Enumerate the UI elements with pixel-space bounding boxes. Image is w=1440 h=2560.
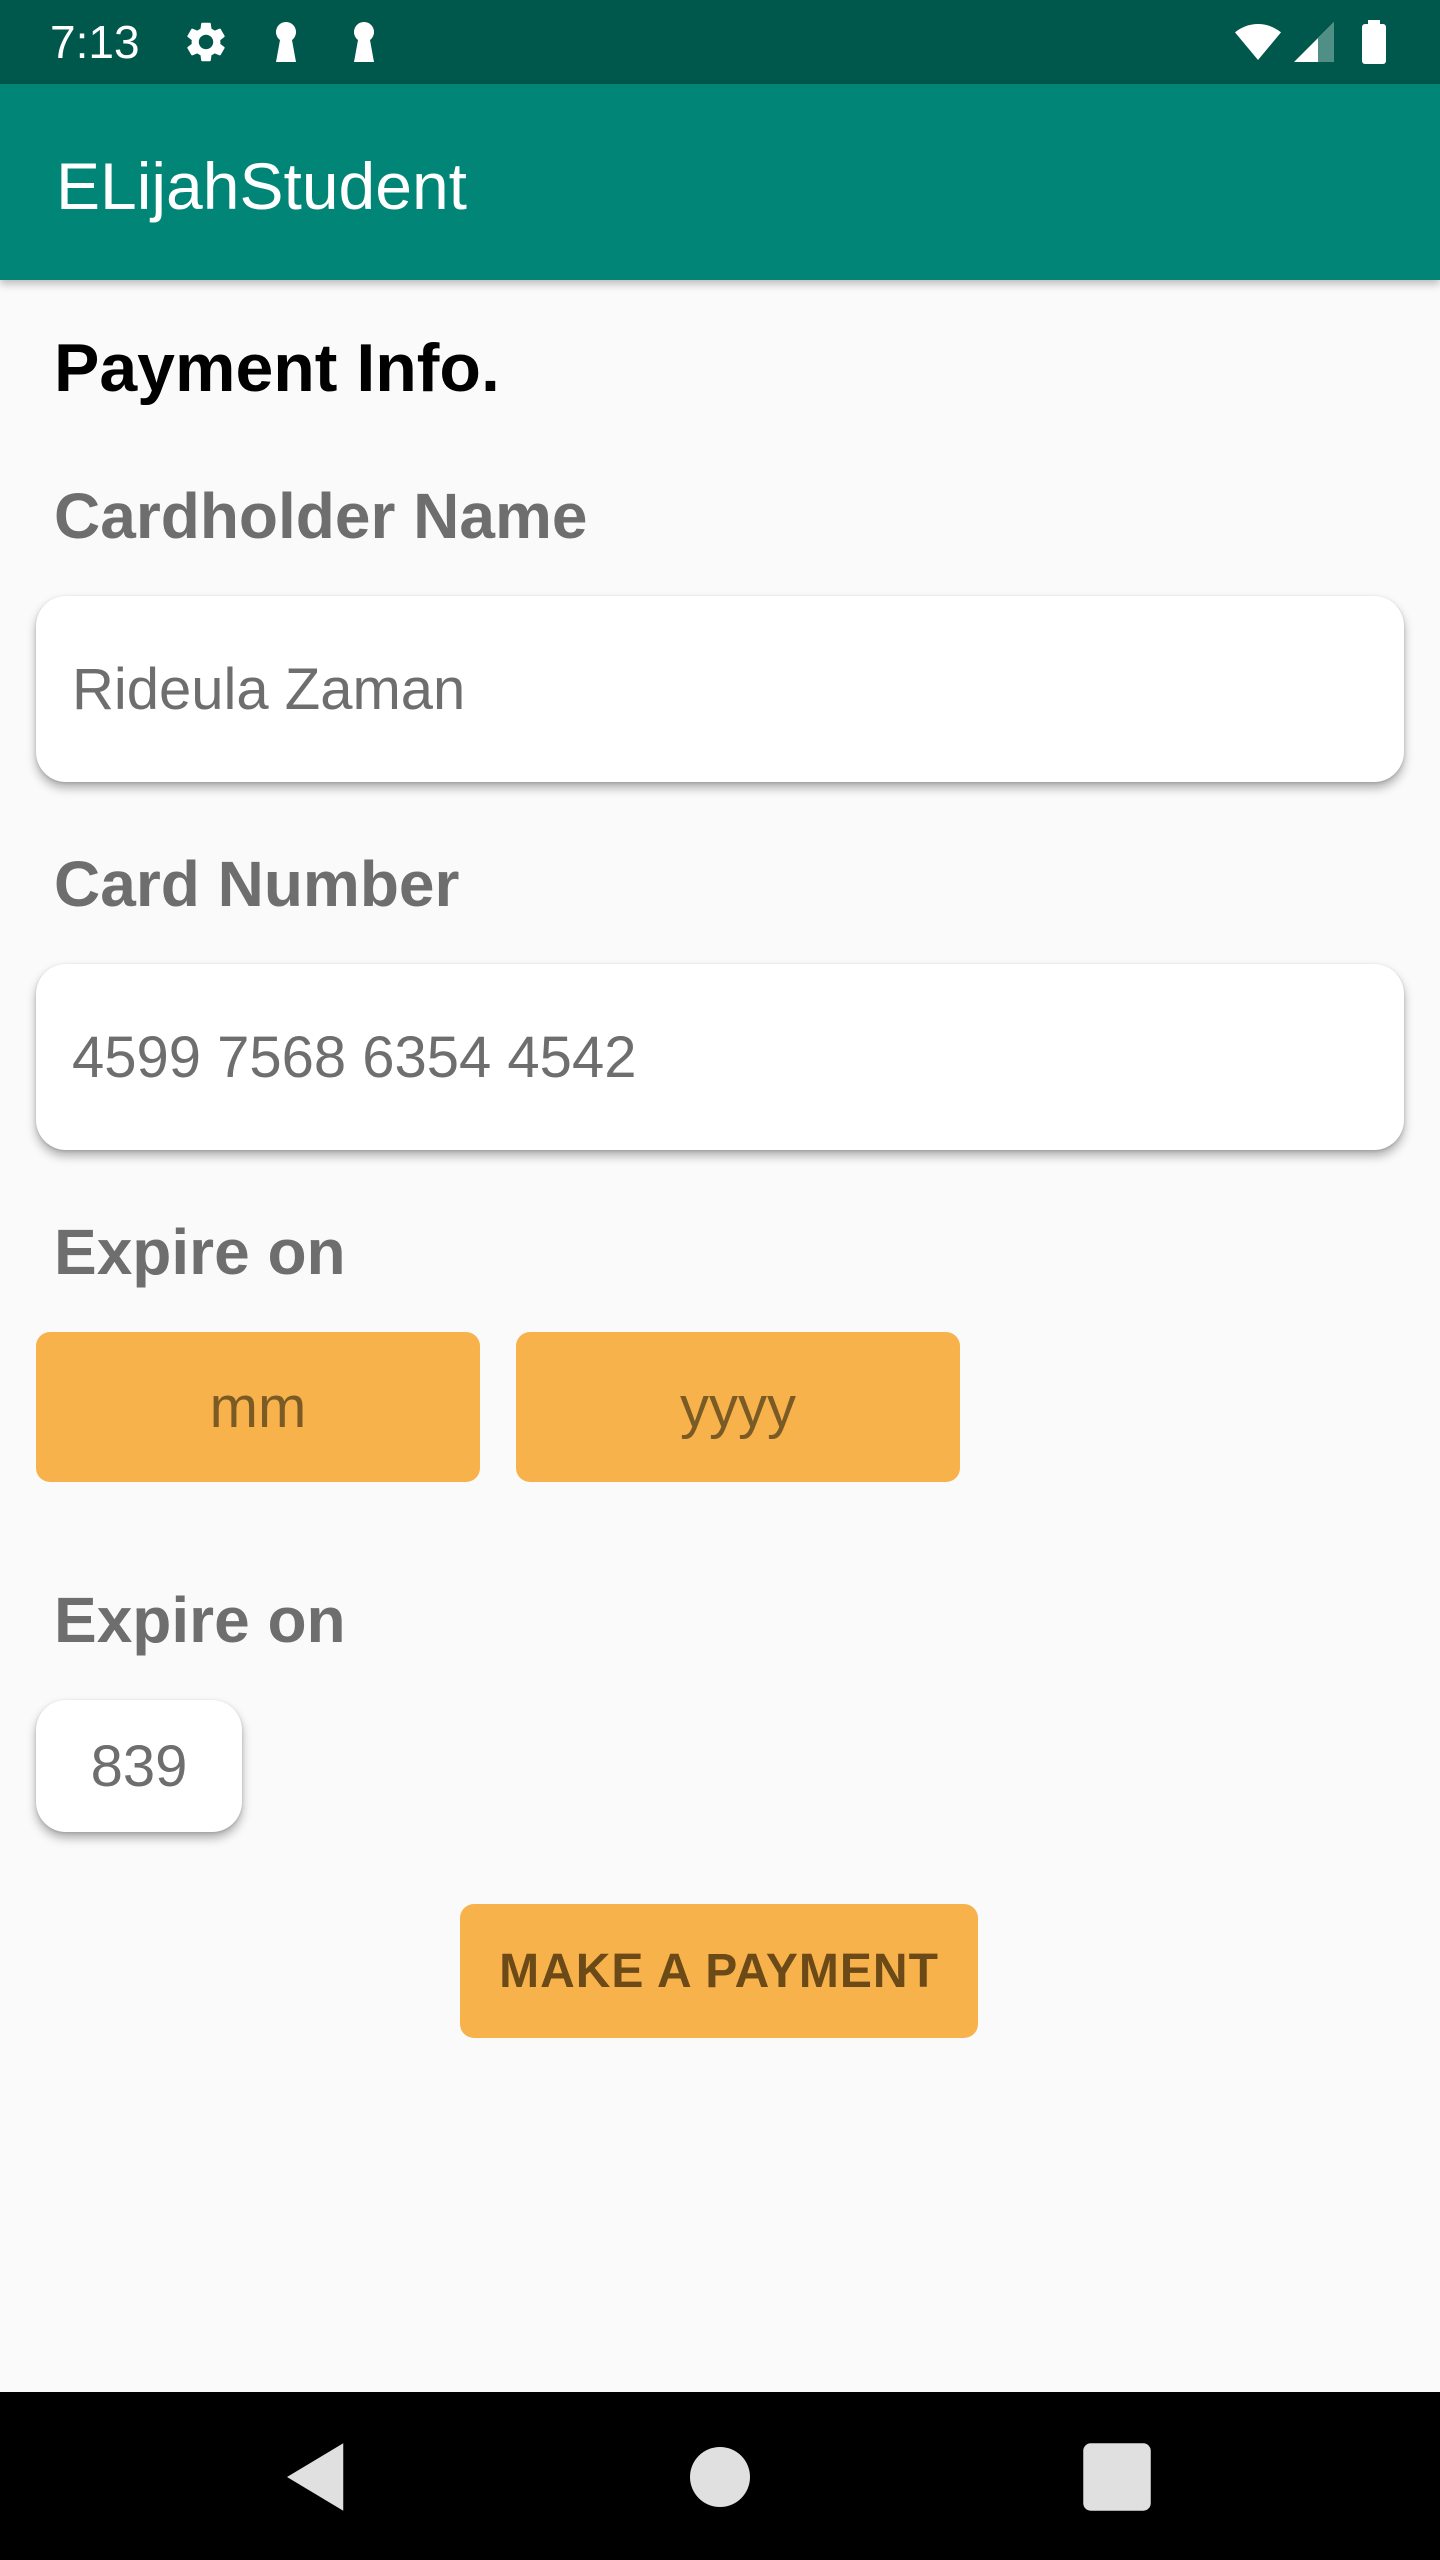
app-title: ELijahStudent [56, 149, 467, 223]
home-icon[interactable] [675, 2432, 765, 2522]
cardholder-name-input[interactable]: Rideula Zaman [36, 596, 1404, 782]
screen: 7:13 ELijahStudent Payment Info. Cardhol… [0, 0, 1440, 2560]
card-number-label: Card Number [54, 848, 460, 920]
expiry-year-label: yyyy [680, 1374, 796, 1440]
signal-icon [1294, 22, 1334, 62]
cvv-label: Expire on [54, 1584, 346, 1656]
make-payment-button[interactable]: MAKE A PAYMENT [460, 1904, 978, 2038]
keyhole-icon [276, 22, 296, 62]
cardholder-name-label: Cardholder Name [54, 480, 588, 552]
navigation-bar [0, 2392, 1440, 2560]
recents-icon[interactable] [1072, 2432, 1162, 2522]
status-time: 7:13 [50, 16, 140, 68]
cvv-input[interactable]: 839 [36, 1700, 242, 1832]
card-number-input[interactable]: 4599 7568 6354 4542 [36, 964, 1404, 1150]
gear-icon [187, 22, 225, 62]
wifi-icon [1235, 24, 1281, 60]
cardholder-name-value: Rideula Zaman [72, 656, 466, 722]
card-number-value: 4599 7568 6354 4542 [72, 1024, 637, 1090]
back-icon[interactable] [272, 2432, 362, 2522]
expiry-month-button[interactable]: mm [36, 1332, 480, 1482]
battery-icon [1362, 20, 1386, 64]
section-title: Payment Info. [54, 330, 500, 406]
cvv-value: 839 [90, 1733, 188, 1799]
app-bar: ELijahStudent [0, 84, 1440, 280]
expire-on-label: Expire on [54, 1216, 346, 1288]
make-payment-label: MAKE A PAYMENT [499, 1944, 939, 1998]
keyhole-icon [354, 22, 374, 62]
expiry-month-label: mm [209, 1374, 307, 1440]
expiry-year-button[interactable]: yyyy [516, 1332, 960, 1482]
status-bar: 7:13 [0, 0, 1440, 84]
